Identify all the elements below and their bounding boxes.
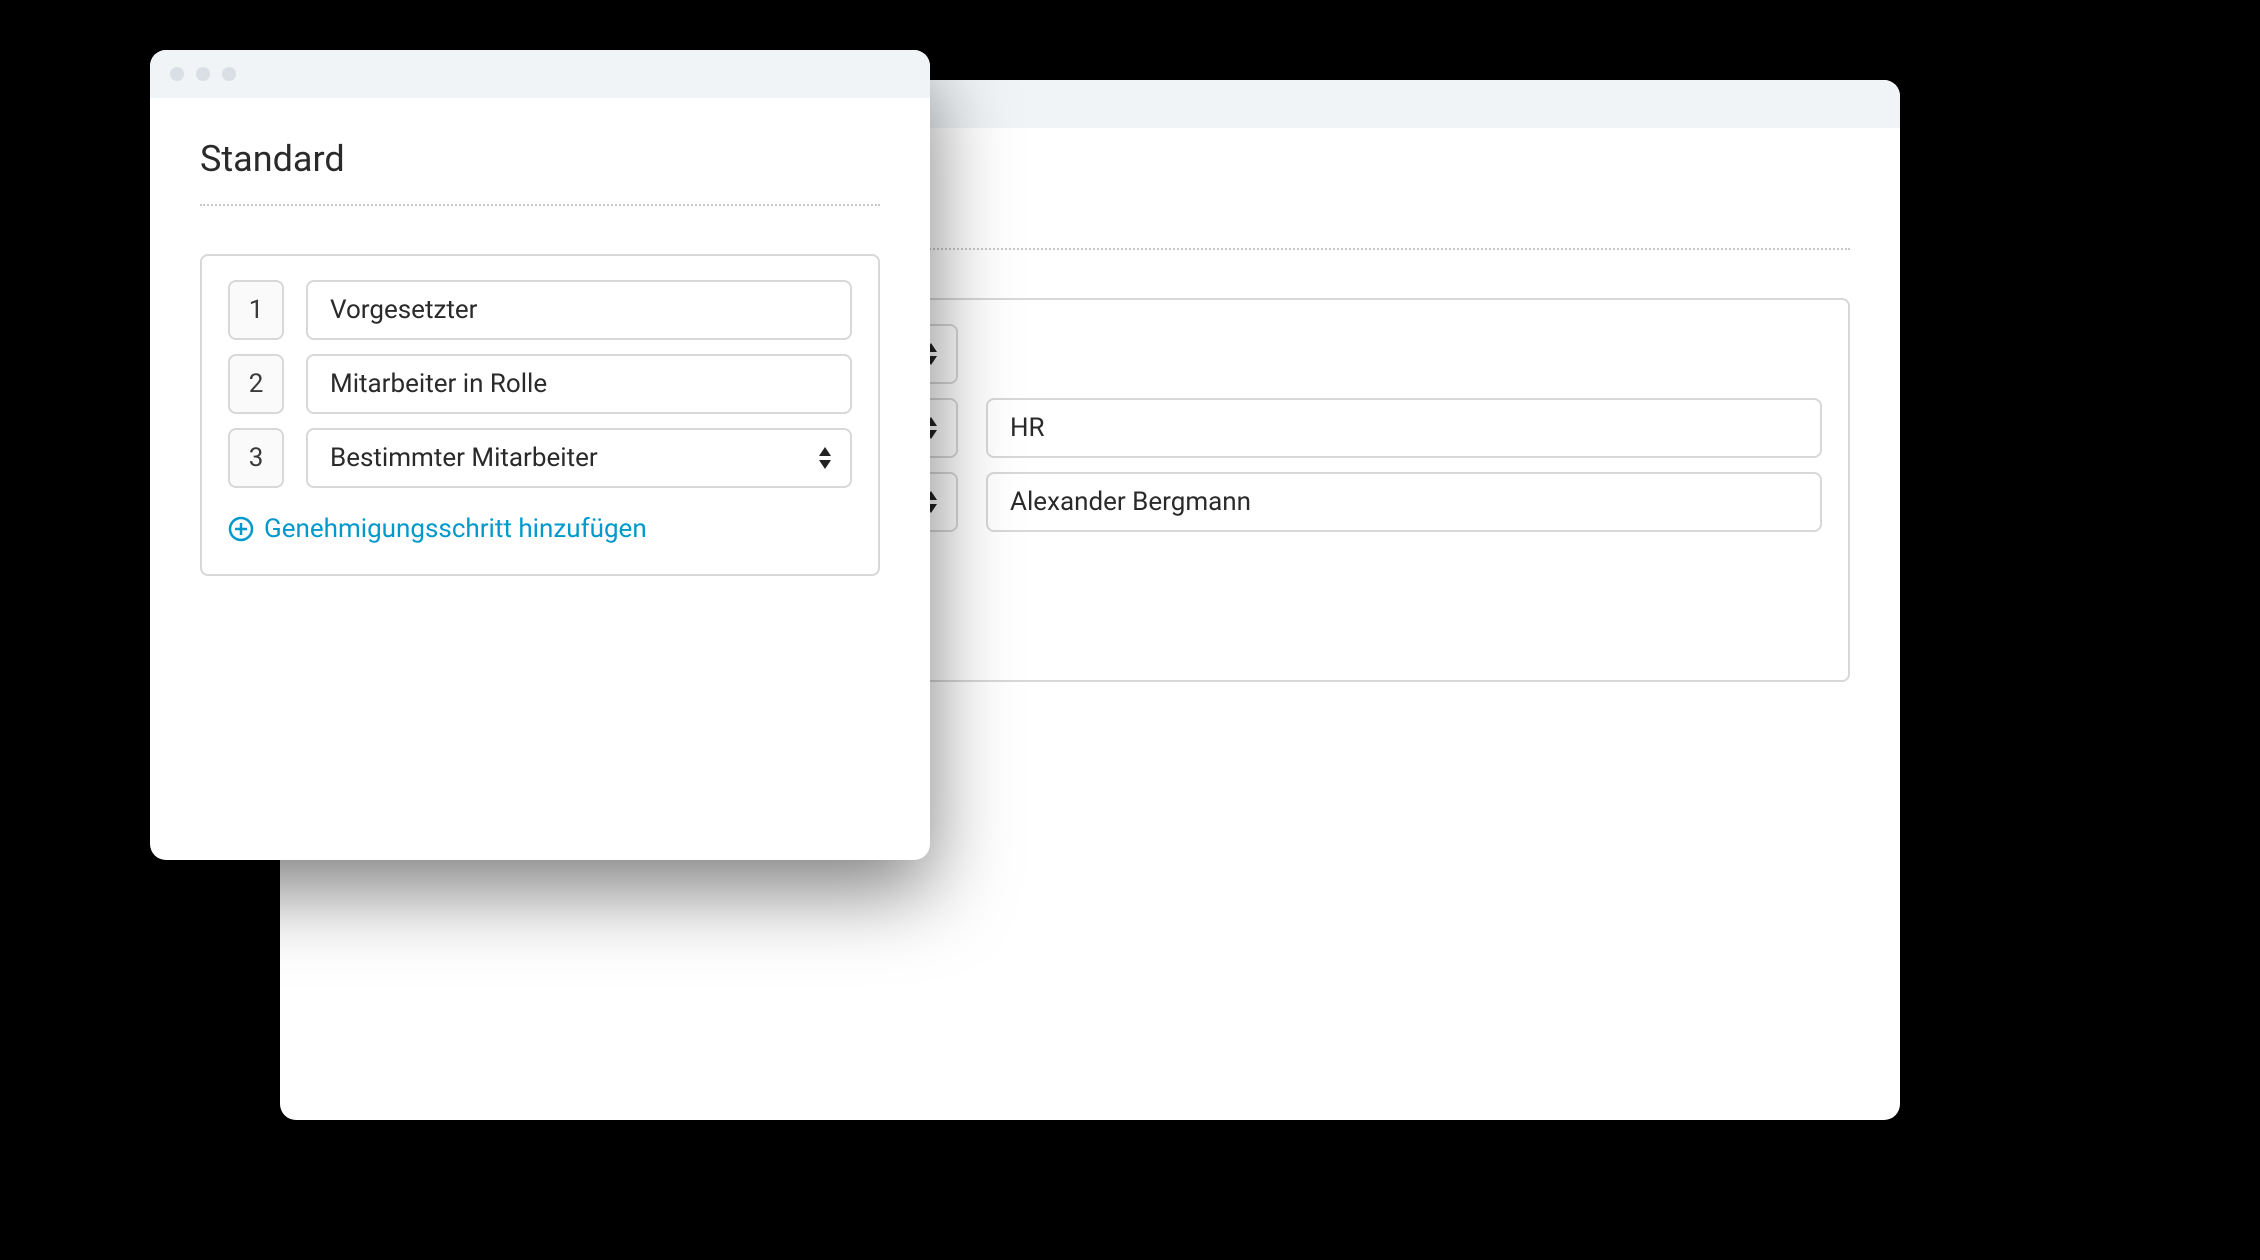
approver-value-select[interactable]: Alexander Bergmann: [986, 472, 1822, 532]
approver-type-select[interactable]: Vorgesetzter: [306, 280, 852, 340]
page-title: Standard: [200, 138, 880, 180]
step-row: 2 Mitarbeiter in Rolle: [228, 354, 852, 414]
step-row: 3 Bestimmter Mitarbeiter: [228, 428, 852, 488]
approver-type-label: Vorgesetzter: [330, 295, 477, 325]
traffic-light-dot: [170, 67, 184, 81]
approver-value-label: HR: [1010, 413, 1045, 443]
approver-value-label: Alexander Bergmann: [1010, 487, 1251, 517]
traffic-light-dot: [196, 67, 210, 81]
titlebar: [150, 50, 930, 98]
approver-type-label: Bestimmter Mitarbeiter: [330, 443, 598, 473]
divider: [200, 204, 880, 206]
approver-value-select[interactable]: HR: [986, 398, 1822, 458]
step-row: 1 Vorgesetzter: [228, 280, 852, 340]
steps-panel: 1 Vorgesetzter 2 Mitarbeiter in Rolle 3 …: [200, 254, 880, 576]
step-number: 1: [228, 280, 284, 340]
plus-circle-icon: [228, 516, 254, 542]
foreground-window: Standard 1 Vorgesetzter 2 Mitarbeiter in…: [150, 50, 930, 860]
step-number: 2: [228, 354, 284, 414]
step-number: 3: [228, 428, 284, 488]
front-content: Standard 1 Vorgesetzter 2 Mitarbeiter in…: [150, 98, 930, 626]
approver-type-select[interactable]: Mitarbeiter in Rolle: [306, 354, 852, 414]
add-step-label: Genehmigungsschritt hinzufügen: [264, 514, 647, 544]
approver-type-label: Mitarbeiter in Rolle: [330, 369, 547, 399]
traffic-light-dot: [222, 67, 236, 81]
add-step-button[interactable]: Genehmigungsschritt hinzufügen: [228, 514, 647, 544]
stepper-icon: [818, 447, 832, 469]
approver-type-select[interactable]: Bestimmter Mitarbeiter: [306, 428, 852, 488]
